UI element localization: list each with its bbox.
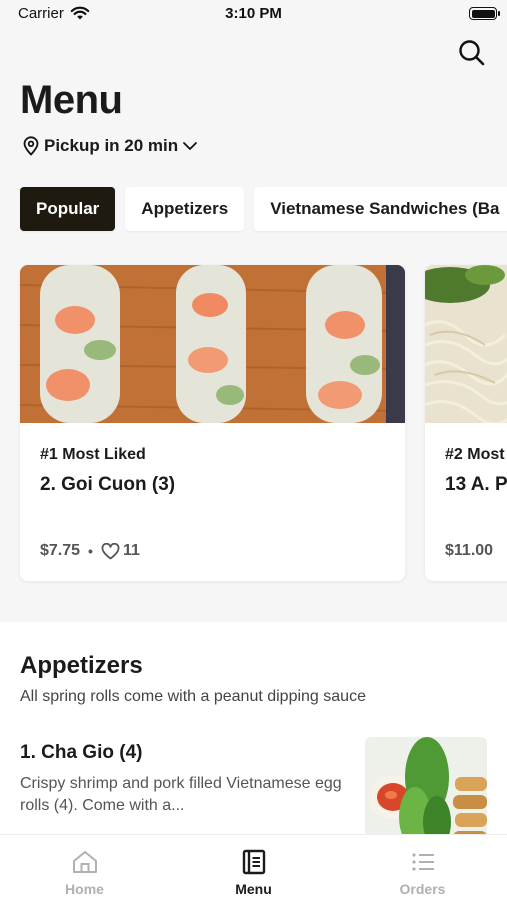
section-title: Appetizers: [20, 652, 143, 679]
search-button[interactable]: [457, 38, 487, 68]
card-price: $11.00: [445, 542, 494, 559]
tab-label: Menu: [235, 881, 272, 897]
pho-photo: [425, 265, 507, 423]
home-icon: [72, 851, 97, 873]
list-icon: [411, 853, 434, 871]
tab-menu[interactable]: Menu: [169, 835, 338, 900]
status-time: 3:10 PM: [225, 5, 282, 22]
heart-icon: [101, 542, 120, 559]
pickup-selector[interactable]: Pickup in 20 min: [22, 136, 198, 156]
tab-label: Orders: [399, 881, 446, 897]
card-item-name: 2. Goi Cuon (3): [40, 474, 176, 495]
like-count-value: 11: [122, 542, 140, 559]
like-count[interactable]: 11: [101, 542, 140, 560]
category-chip-label: Popular: [36, 199, 100, 218]
category-bar: Popular Appetizers Vietnamese Sandwiches…: [0, 180, 507, 240]
popular-card[interactable]: #2 Most 13 A. P $11.00: [425, 265, 507, 581]
card-price: $7.75: [40, 542, 81, 559]
card-item-name: 13 A. P: [445, 474, 507, 495]
page-title: Menu: [20, 78, 123, 122]
section-description: All spring rolls come with a peanut dipp…: [20, 688, 366, 705]
battery-icon: [469, 7, 500, 20]
separator-dot: •: [88, 543, 93, 559]
category-chip-popular[interactable]: Popular: [20, 187, 116, 231]
location-pin-icon: [23, 136, 39, 156]
popular-card[interactable]: #1 Most Liked 2. Goi Cuon (3) $7.75 • 11: [20, 265, 405, 581]
cha-gio-photo: [365, 737, 487, 847]
card-meta: $11.00: [445, 542, 493, 560]
card-rank: #2 Most: [445, 446, 505, 463]
category-chip-label: Vietnamese Sandwiches (Ba: [270, 199, 500, 218]
card-rank: #1 Most Liked: [40, 446, 146, 463]
tab-orders[interactable]: Orders: [338, 835, 507, 900]
tab-home[interactable]: Home: [0, 835, 169, 900]
search-icon: [459, 40, 485, 66]
menu-item-description: Crispy shrimp and pork filled Vietnamese…: [20, 775, 342, 814]
goi-cuon-photo: [20, 265, 405, 423]
card-meta: $7.75 • 11: [40, 542, 140, 560]
tab-label: Home: [65, 881, 104, 897]
category-chip-label: Appetizers: [141, 199, 229, 218]
category-chip-vietnamese-sandwiches[interactable]: Vietnamese Sandwiches (Ba: [254, 187, 507, 231]
status-bar: Carrier 3:10 PM: [0, 0, 507, 28]
category-chip-appetizers[interactable]: Appetizers: [125, 187, 245, 231]
popular-carousel: #1 Most Liked 2. Goi Cuon (3) $7.75 • 11: [0, 262, 507, 592]
menu-item-name: 1. Cha Gio (4): [20, 742, 143, 763]
appetizers-section: Appetizers All spring rolls come with a …: [0, 622, 507, 862]
pickup-label: Pickup in 20 min: [44, 136, 179, 155]
menu-book-icon: [242, 849, 265, 875]
chevron-down-icon: [183, 142, 198, 150]
tab-bar: Home Menu Orders: [0, 834, 507, 900]
